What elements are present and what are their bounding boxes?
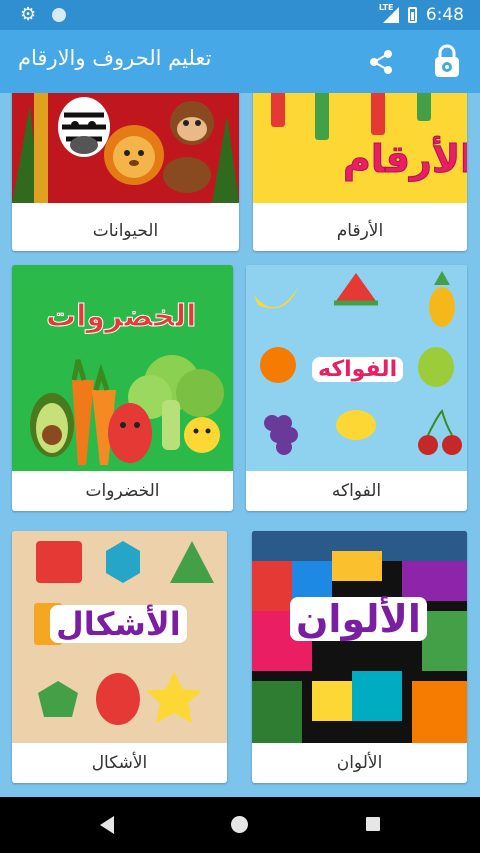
numbers-art-title: الأرقام <box>342 137 467 182</box>
category-label: الأشكال <box>91 753 148 773</box>
vegetables-image: الخضروات <box>12 265 233 471</box>
system-nav-bar <box>0 797 480 853</box>
status-bar: ⚙ LTE 6:48 <box>0 0 480 30</box>
colors-art-title: الألوان <box>290 597 427 641</box>
animals-image <box>12 93 239 203</box>
app-title: تعليم الحروف والارقام <box>18 46 212 70</box>
shapes-art-title: الأشكال <box>50 605 187 643</box>
category-card-fruits[interactable]: الفواكه الفواكه <box>246 265 467 511</box>
vegetables-illustration <box>12 265 233 471</box>
category-card-animals[interactable]: الحيوانات <box>12 93 239 251</box>
vegetables-art-title: الخضروات <box>45 299 197 335</box>
fruits-image: الفواكه <box>246 265 467 471</box>
status-icons: LTE 6:48 <box>379 3 464 25</box>
notification-dot-icon <box>52 8 66 22</box>
home-icon[interactable] <box>231 816 248 833</box>
category-card-numbers[interactable]: الأرقام الأرقام <box>253 93 467 251</box>
category-card-vegetables[interactable]: الخضروات الخضروات <box>12 265 233 511</box>
share-icon[interactable] <box>368 49 394 75</box>
recent-apps-icon[interactable] <box>366 817 380 831</box>
category-card-shapes[interactable]: الأشكال الأشكال <box>12 531 227 783</box>
category-label: الألوان <box>336 753 383 773</box>
category-label: الحيوانات <box>92 221 159 241</box>
category-grid: الحيوانات الأرقام الأرقام الخضروات الخضر… <box>0 93 480 797</box>
lock-gear-icon[interactable] <box>432 44 462 78</box>
shapes-image: الأشكال <box>12 531 227 743</box>
category-label: الأرقام <box>336 221 384 241</box>
battery-icon <box>407 7 417 23</box>
category-label: الفواكه <box>331 481 382 501</box>
app-bar: تعليم الحروف والارقام <box>0 30 480 93</box>
network-type-label: LTE <box>378 3 394 12</box>
animals-illustration <box>12 93 239 203</box>
numbers-image: الأرقام <box>253 93 467 203</box>
category-label: الخضروات <box>85 481 160 501</box>
status-time: 6:48 <box>425 5 464 25</box>
colors-image: الألوان <box>252 531 467 743</box>
gear-icon: ⚙ <box>20 4 37 25</box>
fruits-art-title: الفواكه <box>312 357 404 382</box>
category-card-colors[interactable]: الألوان الألوان <box>252 531 467 783</box>
back-icon[interactable] <box>100 816 114 834</box>
signal-icon: LTE <box>379 3 399 23</box>
